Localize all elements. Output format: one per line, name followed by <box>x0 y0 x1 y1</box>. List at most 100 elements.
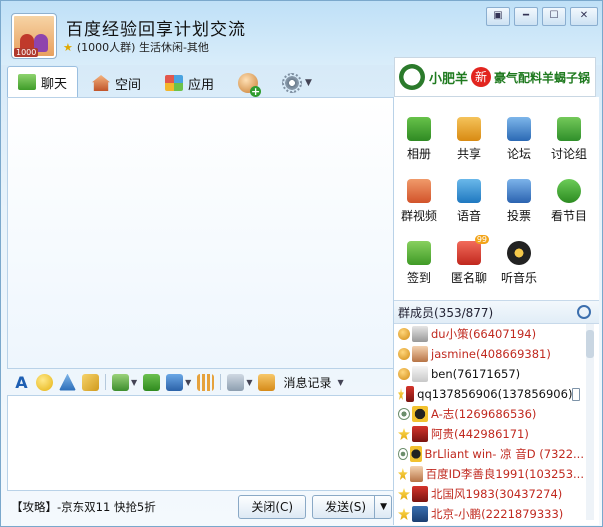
list-item[interactable]: ben(76171657) <box>394 364 584 384</box>
app-label: 群视频 <box>400 209 437 223</box>
app-checkin[interactable]: 签到 <box>394 241 444 293</box>
forum-icon <box>507 117 531 141</box>
member-name: A-志(1269686536) <box>431 407 537 421</box>
list-item[interactable]: 阿贵(442986171) <box>394 424 584 444</box>
font-icon[interactable]: A <box>13 374 30 391</box>
app-forum[interactable]: 论坛 <box>494 117 544 169</box>
app-album[interactable]: 相册 <box>394 117 444 169</box>
toolbar-divider <box>220 374 222 390</box>
avatar <box>412 486 428 502</box>
settings-button[interactable]: ▼ <box>272 69 322 97</box>
app-anonymous[interactable]: 匿名聊 <box>444 235 494 293</box>
music-share-icon[interactable] <box>227 373 245 391</box>
member-name: qq137856906(137856906) <box>417 387 573 401</box>
window-header: 1000 百度经验回享计划交流 ★ (1000人群) 生活休闲-其他 ▣ ━ ☐ … <box>1 1 602 65</box>
ad-new-badge: 新 <box>471 67 492 87</box>
message-record-icon <box>258 373 276 391</box>
member-name: ben(76171657) <box>431 367 521 381</box>
group-title[interactable]: 百度经验回享计划交流 <box>66 15 246 40</box>
toolbar-divider <box>105 374 106 390</box>
screenshot-icon[interactable] <box>166 373 184 391</box>
skin-button[interactable]: ▣ <box>486 7 510 26</box>
tab-apps[interactable]: 应用 <box>155 69 224 97</box>
list-item[interactable]: BrLliant win- 凉 音D (7322... <box>394 444 584 464</box>
star-icon: ★ <box>63 41 73 54</box>
bottom-bar: 【攻略】-京东双11 快抢5折 关闭(C) 发送(S) ▼ <box>7 493 392 521</box>
list-item[interactable]: qq137856906(137856906) <box>394 384 584 404</box>
tab-space[interactable]: 空间 <box>82 69 151 97</box>
maximize-button[interactable]: ☐ <box>542 7 566 26</box>
close-button[interactable]: 关闭(C) <box>238 495 307 519</box>
app-show[interactable]: 看节目 <box>544 179 594 231</box>
member-status-icon <box>398 448 408 460</box>
member-scrollbar[interactable] <box>586 324 594 520</box>
screenshot-dropdown-icon[interactable]: ▼ <box>185 378 191 387</box>
message-record-button[interactable]: 消息记录 <box>283 374 331 391</box>
search-icon[interactable] <box>577 305 591 319</box>
apps-icon <box>165 75 184 91</box>
member-name: BrLliant win- 凉 音D (7322... <box>424 447 585 461</box>
admin-star-icon <box>398 508 410 520</box>
avatar <box>412 366 428 382</box>
image-dropdown-icon[interactable]: ▼ <box>131 378 137 387</box>
folder-icon <box>457 117 481 141</box>
promo-link[interactable]: 【攻略】-京东双11 快抢5折 <box>11 499 232 515</box>
voice-icon <box>457 179 481 203</box>
group-info: ★ (1000人群) 生活休闲-其他 <box>63 39 209 55</box>
app-discussion[interactable]: 讨论组 <box>544 117 594 169</box>
record-dropdown-icon[interactable]: ▼ <box>337 378 343 387</box>
member-count: 群成员(353/877) <box>398 305 494 320</box>
ad-banner[interactable]: 小肥羊 新 豪气配料羊蝎子锅 <box>394 57 596 97</box>
show-icon <box>557 179 581 203</box>
member-list-header: 群成员(353/877) <box>394 300 599 324</box>
app-music[interactable]: 听音乐 <box>494 241 544 293</box>
member-name: 北国风1983(30437274) <box>431 487 563 501</box>
shake-icon[interactable] <box>59 373 76 391</box>
app-voice[interactable]: 语音 <box>444 179 494 231</box>
app-grid: 相册 共享 论坛 讨论组 群视频 语音 投票 看节目 签到 匿名聊 听音乐 <box>394 117 599 293</box>
music-icon <box>507 241 531 265</box>
list-item[interactable]: 百度ID李善良1991(103253... <box>394 464 584 484</box>
message-input[interactable] <box>7 395 394 491</box>
close-window-button[interactable]: ✕ <box>570 7 598 26</box>
list-item[interactable]: A-志(1269686536) <box>394 404 584 424</box>
send-button[interactable]: 发送(S) ▼ <box>312 495 392 519</box>
red-packet-icon[interactable] <box>143 373 161 391</box>
list-item[interactable]: du小策(66407194) <box>394 324 584 344</box>
message-area[interactable] <box>7 97 394 369</box>
avatar <box>409 466 423 482</box>
music-dropdown-icon[interactable]: ▼ <box>246 378 252 387</box>
list-item[interactable]: 北京-小鹏(2221879333) <box>394 504 584 524</box>
member-name: 北京-小鹏(2221879333) <box>431 507 564 521</box>
avatar <box>409 446 422 462</box>
image-icon[interactable] <box>112 373 129 391</box>
doodle-icon[interactable] <box>82 373 99 391</box>
edit-icon[interactable] <box>572 387 580 401</box>
chat-window: 1000 百度经验回享计划交流 ★ (1000人群) 生活休闲-其他 ▣ ━ ☐ … <box>0 0 603 527</box>
app-label: 论坛 <box>506 147 531 161</box>
add-member-button[interactable] <box>228 69 268 97</box>
app-group-video[interactable]: 群视频 <box>394 179 444 231</box>
scrollbar-thumb[interactable] <box>586 330 594 358</box>
tab-chat[interactable]: 聊天 <box>7 66 79 97</box>
tab-space-label: 空间 <box>115 77 142 93</box>
app-label: 匿名聊 <box>450 271 487 285</box>
list-item[interactable]: 北国风1983(30437274) <box>394 484 584 504</box>
group-avatar[interactable]: 1000 <box>11 13 57 59</box>
app-vote[interactable]: 投票 <box>494 179 544 231</box>
checkin-icon <box>407 241 431 265</box>
minimize-button[interactable]: ━ <box>514 7 538 26</box>
member-name: du小策(66407194) <box>431 327 537 341</box>
tab-bar: 聊天 空间 应用 ▼ <box>7 65 326 97</box>
app-share[interactable]: 共享 <box>444 117 494 169</box>
anonymous-icon <box>457 235 489 265</box>
album-icon <box>407 117 431 141</box>
ad-slogan: 豪气配料羊蝎子锅 <box>494 70 591 85</box>
list-item[interactable]: jasmine(408669381) <box>394 344 584 364</box>
stats-icon[interactable] <box>197 373 215 391</box>
send-label: 发送(S) <box>325 500 367 514</box>
emoji-icon[interactable] <box>36 373 53 391</box>
tab-chat-label: 聊天 <box>41 76 68 92</box>
avatar <box>412 426 428 442</box>
send-options-icon[interactable]: ▼ <box>374 496 387 518</box>
